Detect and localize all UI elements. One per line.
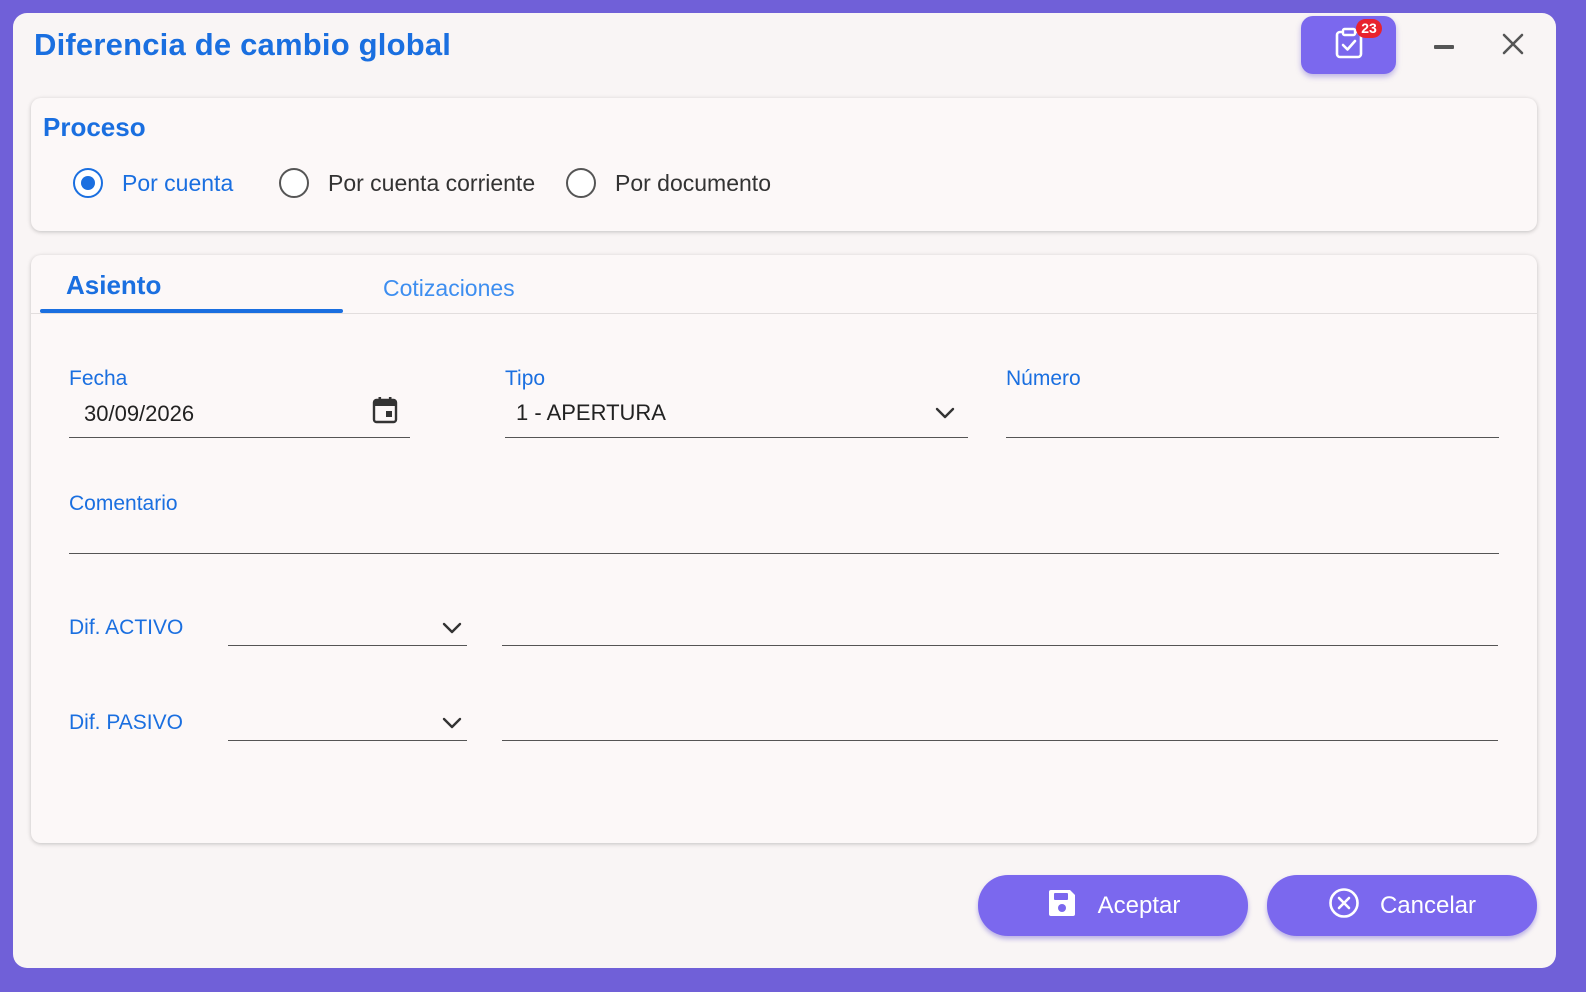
calendar-icon[interactable] [372, 396, 398, 429]
minimize-button[interactable] [1424, 26, 1464, 66]
chevron-down-icon [442, 621, 462, 639]
tab-cotizaciones[interactable]: Cotizaciones [383, 275, 515, 302]
chevron-down-icon [935, 406, 955, 424]
accept-button[interactable]: Aceptar [978, 875, 1248, 936]
close-icon [1502, 33, 1524, 60]
fecha-label: Fecha [69, 367, 128, 390]
chevron-down-icon [442, 716, 462, 734]
accept-label: Aceptar [1097, 891, 1181, 919]
cancel-button[interactable]: Cancelar [1267, 875, 1537, 936]
radio-label: Por cuenta corriente [328, 169, 536, 196]
proceso-title: Proceso [43, 112, 146, 142]
numero-label: Número [1006, 367, 1081, 390]
dif-activo-description-field[interactable] [502, 608, 1498, 646]
save-icon [1046, 887, 1078, 924]
dif-pasivo-select[interactable] [228, 703, 467, 741]
tab-divider [31, 313, 1537, 314]
radio-button-icon [279, 168, 309, 198]
cancel-circle-icon [1328, 887, 1360, 924]
dialog-window: Diferencia de cambio global 23 Proceso P… [13, 13, 1556, 968]
close-button[interactable] [1493, 26, 1533, 66]
radio-button-icon [566, 168, 596, 198]
radio-por-documento[interactable]: Por documento [566, 168, 771, 198]
fecha-field[interactable]: 30/09/2026 [69, 395, 410, 438]
tabs-card: Asiento Cotizaciones Fecha 30/09/2026 Ti… [31, 255, 1537, 843]
tipo-value: 1 - APERTURA [516, 400, 666, 425]
radio-button-icon [73, 168, 103, 198]
tab-asiento[interactable]: Asiento [66, 270, 161, 301]
tab-bar: Asiento Cotizaciones [31, 255, 1537, 314]
radio-label: Por documento [615, 169, 771, 196]
radio-por-cuenta[interactable]: Por cuenta [73, 168, 233, 198]
tipo-label: Tipo [505, 367, 546, 390]
radio-label: Por cuenta [122, 169, 234, 196]
proceso-card: Proceso Por cuenta Por cuenta corriente … [31, 98, 1537, 231]
dif-pasivo-description-field[interactable] [502, 703, 1498, 741]
numero-field[interactable] [1006, 395, 1499, 438]
dif-activo-label: Dif. ACTIVO [69, 616, 184, 639]
tasks-count-badge: 23 [1356, 19, 1382, 38]
tasks-button[interactable]: 23 [1301, 16, 1396, 74]
comentario-label: Comentario [69, 492, 178, 515]
minimize-icon [1433, 37, 1455, 55]
cancel-label: Cancelar [1379, 891, 1477, 919]
tipo-select[interactable]: 1 - APERTURA [505, 395, 968, 438]
window-title: Diferencia de cambio global [34, 27, 452, 62]
radio-por-cuenta-corriente[interactable]: Por cuenta corriente [279, 168, 535, 198]
dif-activo-select[interactable] [228, 608, 467, 646]
fecha-value: 30/09/2026 [84, 401, 195, 426]
dif-pasivo-label: Dif. PASIVO [69, 711, 183, 734]
comentario-field[interactable] [69, 517, 1499, 554]
